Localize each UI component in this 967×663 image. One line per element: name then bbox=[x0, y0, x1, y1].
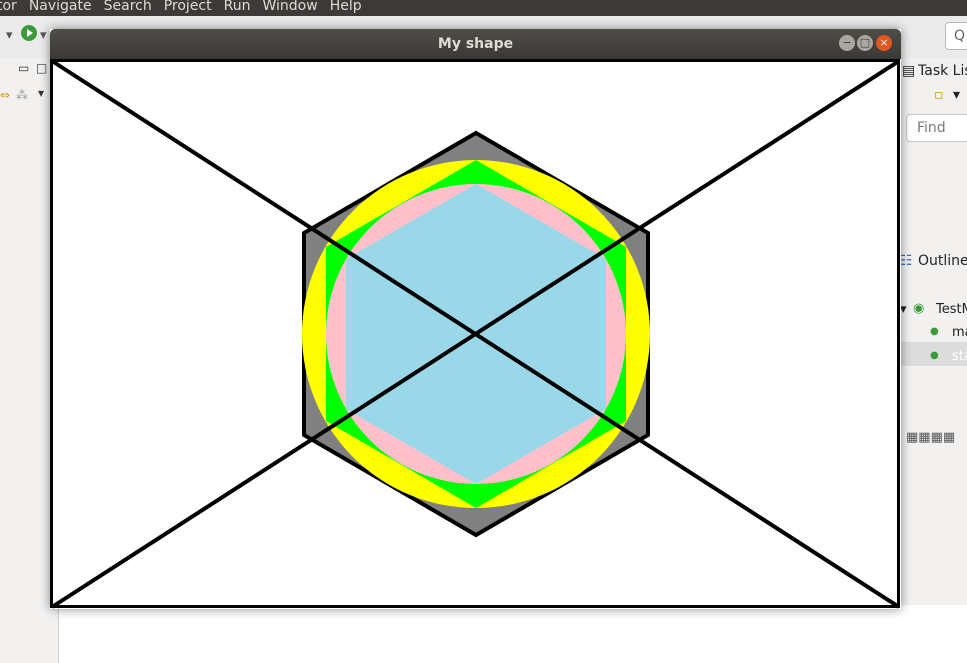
menu-navigate[interactable]: Navigate bbox=[23, 0, 98, 16]
menu-search[interactable]: Search bbox=[98, 0, 158, 16]
run-icon[interactable] bbox=[20, 24, 38, 46]
drawing-canvas bbox=[50, 59, 901, 609]
panel-toolbar-icons[interactable]: ▦▦▦▦ bbox=[906, 430, 955, 445]
link-icon[interactable]: ⇔ bbox=[0, 88, 10, 102]
class-icon: ◉ bbox=[913, 301, 925, 316]
outline-item-start[interactable]: sta bbox=[952, 349, 967, 364]
minimize-view-icon[interactable]: ▭ bbox=[18, 61, 29, 75]
outline-item-main[interactable]: ma bbox=[952, 325, 967, 340]
maximize-view-icon[interactable]: □ bbox=[36, 61, 47, 75]
outline-title[interactable]: Outline bbox=[918, 253, 967, 269]
minimize-button[interactable]: − bbox=[839, 35, 855, 51]
menu-project[interactable]: Project bbox=[158, 0, 218, 16]
task-list-title[interactable]: Task Lis bbox=[918, 63, 967, 79]
shape-window: My shape − □ × bbox=[50, 29, 901, 609]
editor-bottom-area bbox=[58, 605, 967, 663]
new-task-icon[interactable]: ▫ bbox=[934, 87, 944, 103]
menu-help[interactable]: Help bbox=[324, 0, 368, 16]
quick-access-input[interactable]: Q bbox=[945, 22, 967, 50]
task-list-icon: ▤ bbox=[902, 63, 916, 79]
menu-editor[interactable]: tor bbox=[0, 0, 23, 16]
method-icon: ● bbox=[930, 326, 939, 337]
maximize-button[interactable]: □ bbox=[857, 35, 873, 51]
menu-window[interactable]: Window bbox=[256, 0, 323, 16]
task-dropdown-icon[interactable]: ▾ bbox=[953, 87, 960, 103]
view-menu-icon[interactable]: ▾ bbox=[38, 86, 44, 100]
menu-run[interactable]: Run bbox=[218, 0, 257, 16]
filter-icon[interactable]: ⁂ bbox=[16, 88, 28, 102]
dropdown-arrow-icon[interactable]: ▾ bbox=[6, 28, 13, 43]
outline-item-class[interactable]: TestM bbox=[936, 302, 967, 317]
find-input[interactable]: Find bbox=[906, 114, 967, 142]
window-title: My shape bbox=[437, 36, 514, 52]
window-titlebar[interactable]: My shape − □ × bbox=[50, 29, 901, 59]
run-dropdown-icon[interactable]: ▾ bbox=[40, 28, 47, 43]
outline-icon: ☷ bbox=[900, 253, 913, 269]
menu-bar: tor Navigate Search Project Run Window H… bbox=[0, 0, 967, 16]
method-icon: ● bbox=[930, 350, 939, 361]
close-button[interactable]: × bbox=[876, 35, 892, 51]
